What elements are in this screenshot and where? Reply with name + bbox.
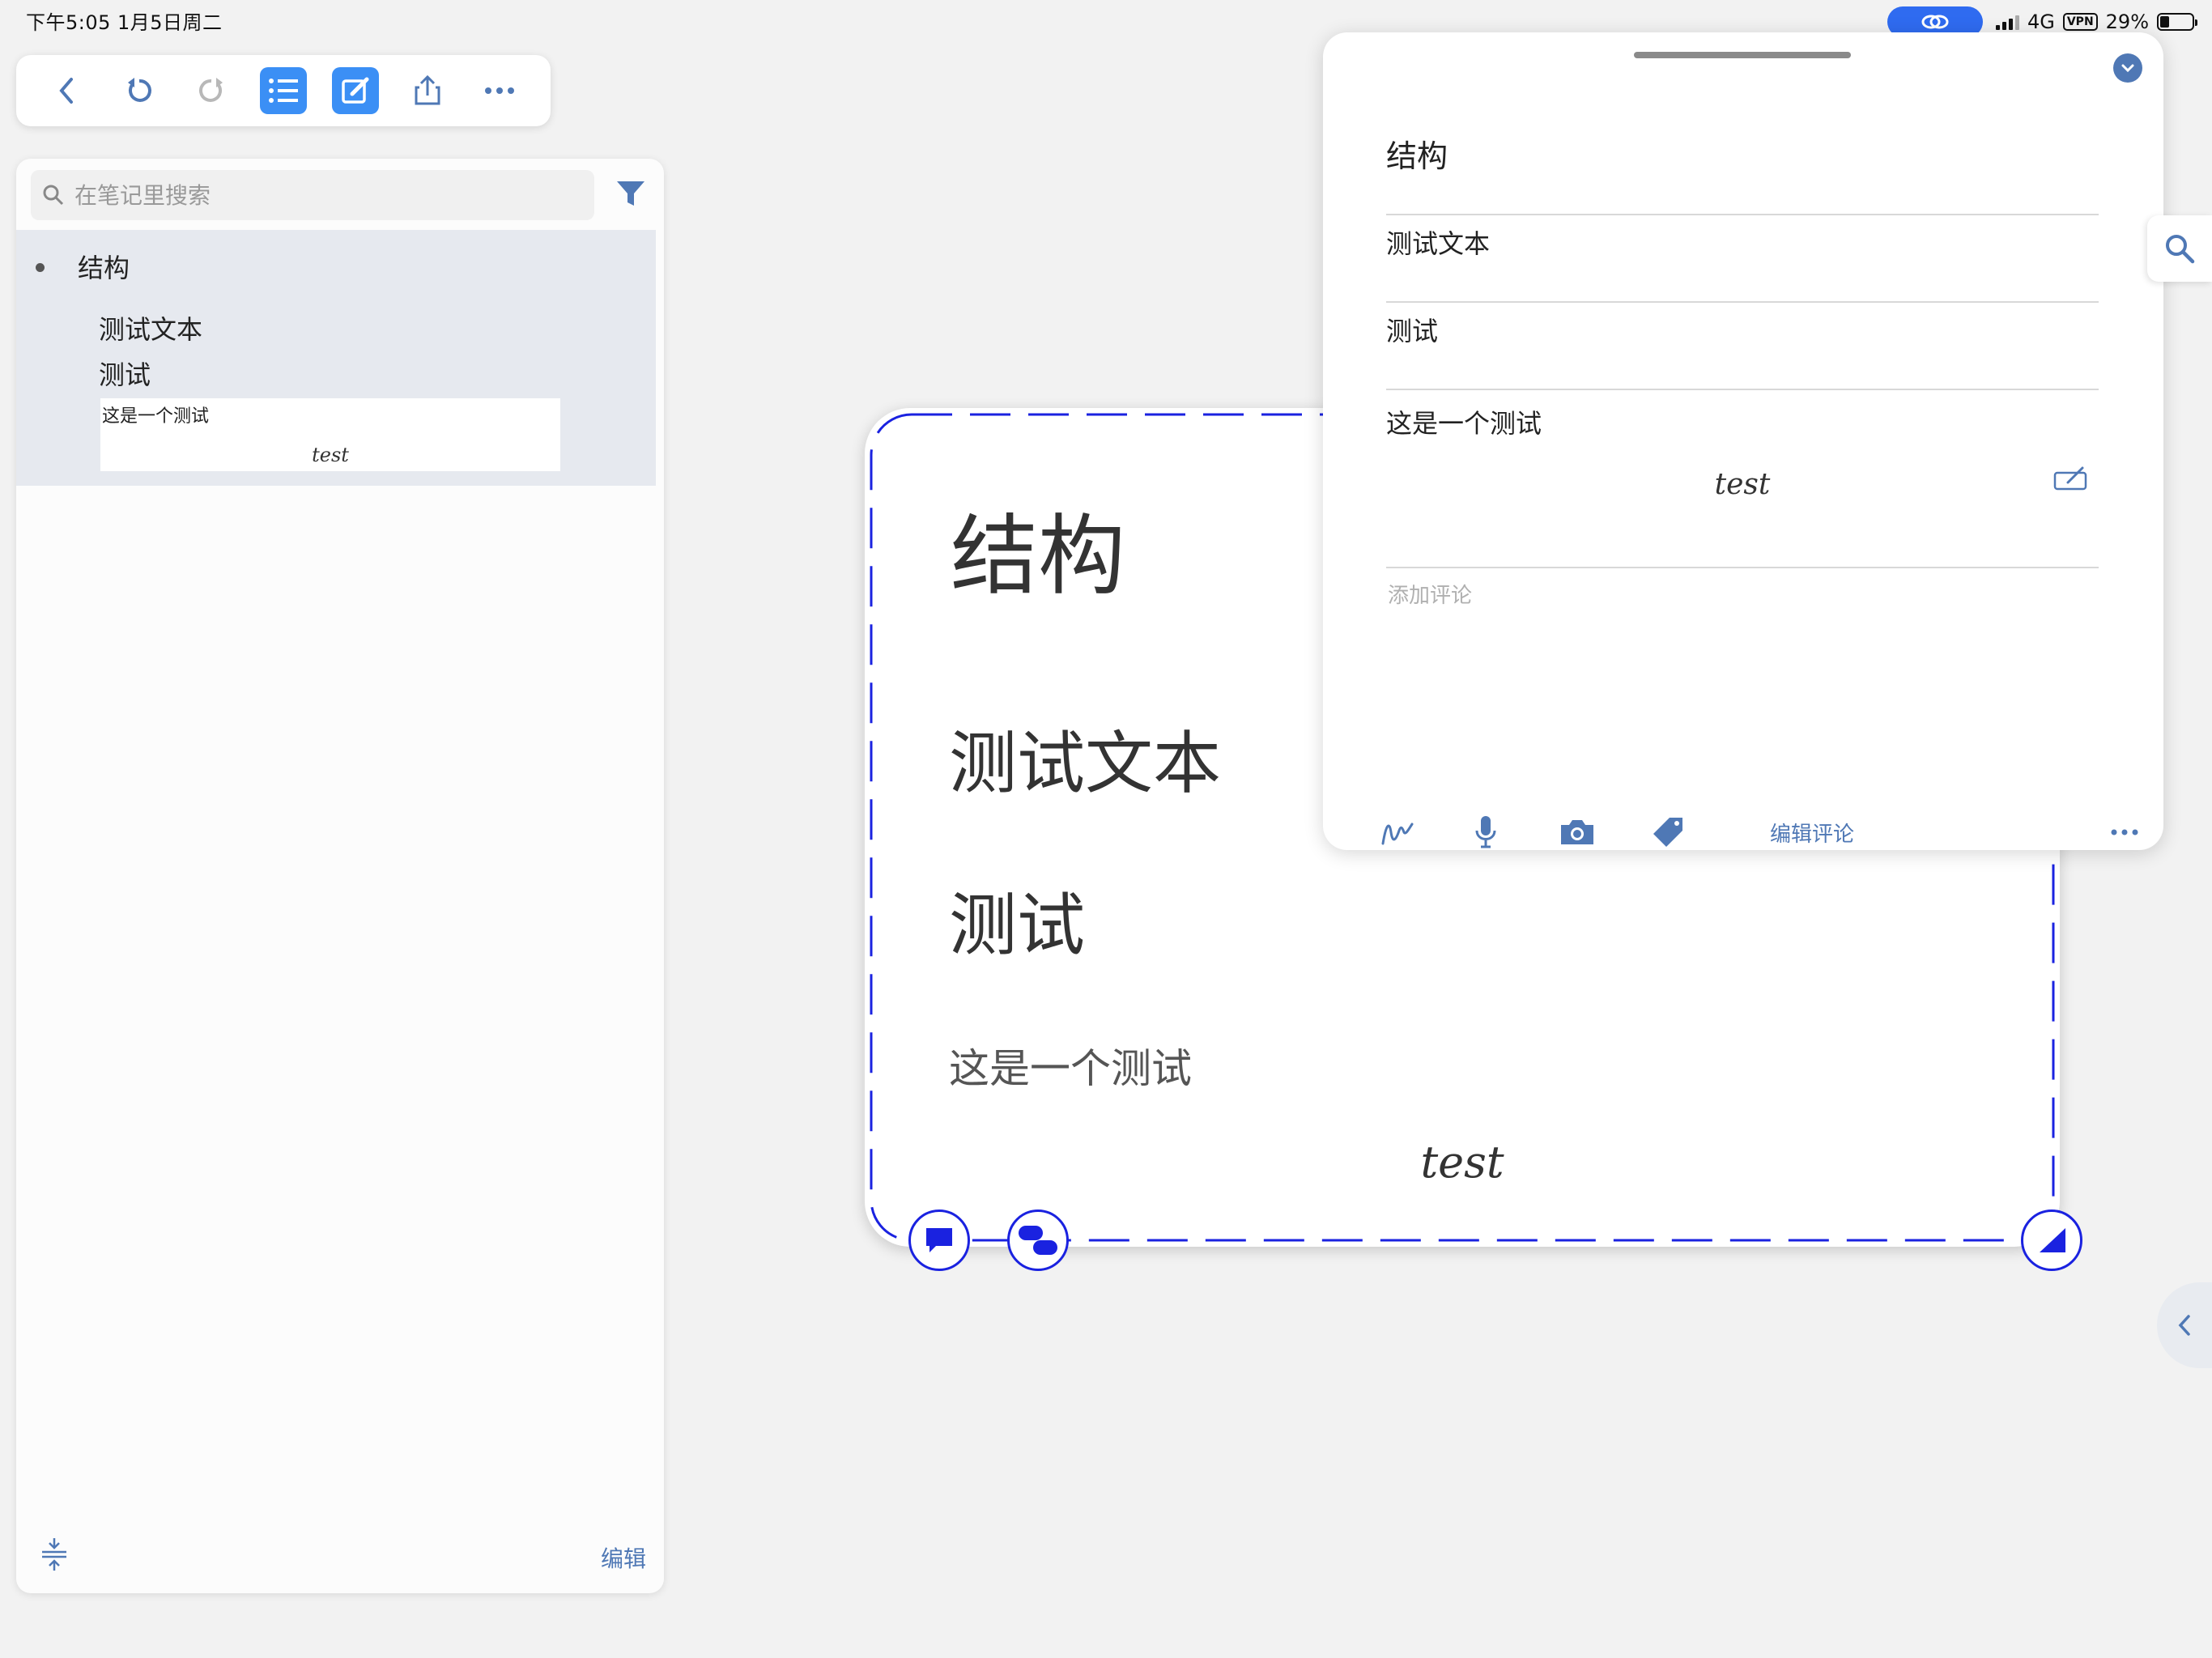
edit-comment-button[interactable]: 编辑评论 <box>1770 801 1854 863</box>
outline-edit-button[interactable]: 编辑 <box>601 1541 646 1574</box>
handwriting-icon[interactable] <box>1380 801 1415 863</box>
status-time-date: 下午5:05 1月5日周二 <box>26 11 223 34</box>
tag-icon[interactable] <box>1652 801 1684 863</box>
list-icon <box>268 79 298 103</box>
side-expand-button[interactable] <box>2157 1282 2212 1368</box>
sheet-row[interactable]: 这是一个测试 <box>1386 403 2099 440</box>
camera-icon[interactable] <box>1558 801 1597 863</box>
filter-icon[interactable] <box>615 180 646 212</box>
battery-percent: 29% <box>2105 11 2149 33</box>
card-title: 结构 <box>951 506 1126 607</box>
outline-list-button[interactable] <box>259 67 307 114</box>
back-button[interactable] <box>44 67 91 114</box>
side-search-button[interactable] <box>2147 215 2212 282</box>
chevron-down-icon[interactable] <box>2113 53 2142 83</box>
bullet-icon <box>36 263 45 272</box>
divider <box>1386 214 2099 215</box>
link-nodes-icon <box>1019 1226 1057 1255</box>
divider <box>1386 389 2099 390</box>
outline-panel: 结构 测试文本 测试 这是一个测试 test 编辑 <box>16 159 664 1593</box>
outline-item-root[interactable]: 结构 <box>78 248 130 285</box>
collapse-icon <box>42 1538 66 1571</box>
more-button[interactable] <box>476 67 523 114</box>
sheet-formula: test <box>1714 468 1771 501</box>
outline-search-bar[interactable] <box>31 170 594 220</box>
redo-icon <box>198 78 223 102</box>
undo-icon <box>127 78 151 102</box>
edit-icon <box>342 77 369 104</box>
outline-item-card[interactable]: 这是一个测试 test <box>100 398 560 471</box>
outline-item-child[interactable]: 测试文本 <box>99 309 202 346</box>
chevron-left-icon <box>2178 1315 2190 1336</box>
outline-card-text: 这是一个测试 <box>102 406 210 427</box>
card-note: 这是一个测试 <box>949 1045 1192 1092</box>
sheet-toolbar: 编辑评论 <box>1355 801 2139 863</box>
network-type: 4G <box>2027 11 2055 33</box>
card-formula: test <box>1420 1137 1504 1188</box>
more-icon <box>485 87 515 94</box>
edit-formula-icon[interactable] <box>2053 465 2089 494</box>
comment-icon <box>926 1228 952 1252</box>
search-icon <box>2166 235 2195 264</box>
detail-sheet: 结构 测试文本 测试 这是一个测试 test 编辑评论 <box>1323 32 2163 850</box>
microphone-icon[interactable] <box>1474 801 1498 863</box>
chevron-left-icon <box>58 78 73 104</box>
sheet-title[interactable]: 结构 <box>1386 131 2099 176</box>
outline-item-child[interactable]: 测试 <box>99 355 151 392</box>
card-line: 测试文本 <box>949 724 1222 803</box>
signal-icon <box>1995 14 2019 30</box>
link-card-button[interactable] <box>1007 1209 1069 1271</box>
edit-note-button[interactable] <box>332 67 380 114</box>
card-line: 测试 <box>949 886 1086 965</box>
collapse-all-button[interactable] <box>40 1537 68 1575</box>
resize-handle[interactable] <box>2021 1209 2082 1271</box>
comment-button[interactable] <box>908 1209 970 1271</box>
divider <box>1386 567 2099 568</box>
redo-button[interactable] <box>188 67 235 114</box>
top-toolbar <box>16 55 551 126</box>
outline-search-input[interactable] <box>73 181 562 210</box>
undo-button[interactable] <box>116 67 163 114</box>
sheet-row[interactable]: 测试 <box>1386 311 2099 348</box>
search-icon <box>43 185 64 206</box>
sheet-grabber[interactable] <box>1634 52 1851 58</box>
add-comment-input[interactable] <box>1386 583 1875 609</box>
sheet-row[interactable]: 测试文本 <box>1386 223 2099 261</box>
share-button[interactable] <box>404 67 451 114</box>
vpn-badge: VPN <box>2062 13 2098 31</box>
outline-card-formula: test <box>312 444 349 466</box>
resize-corner-icon <box>2040 1228 2065 1252</box>
more-icon[interactable] <box>2110 801 2139 863</box>
divider <box>1386 301 2099 303</box>
share-icon <box>415 74 440 105</box>
battery-icon <box>2157 13 2197 31</box>
